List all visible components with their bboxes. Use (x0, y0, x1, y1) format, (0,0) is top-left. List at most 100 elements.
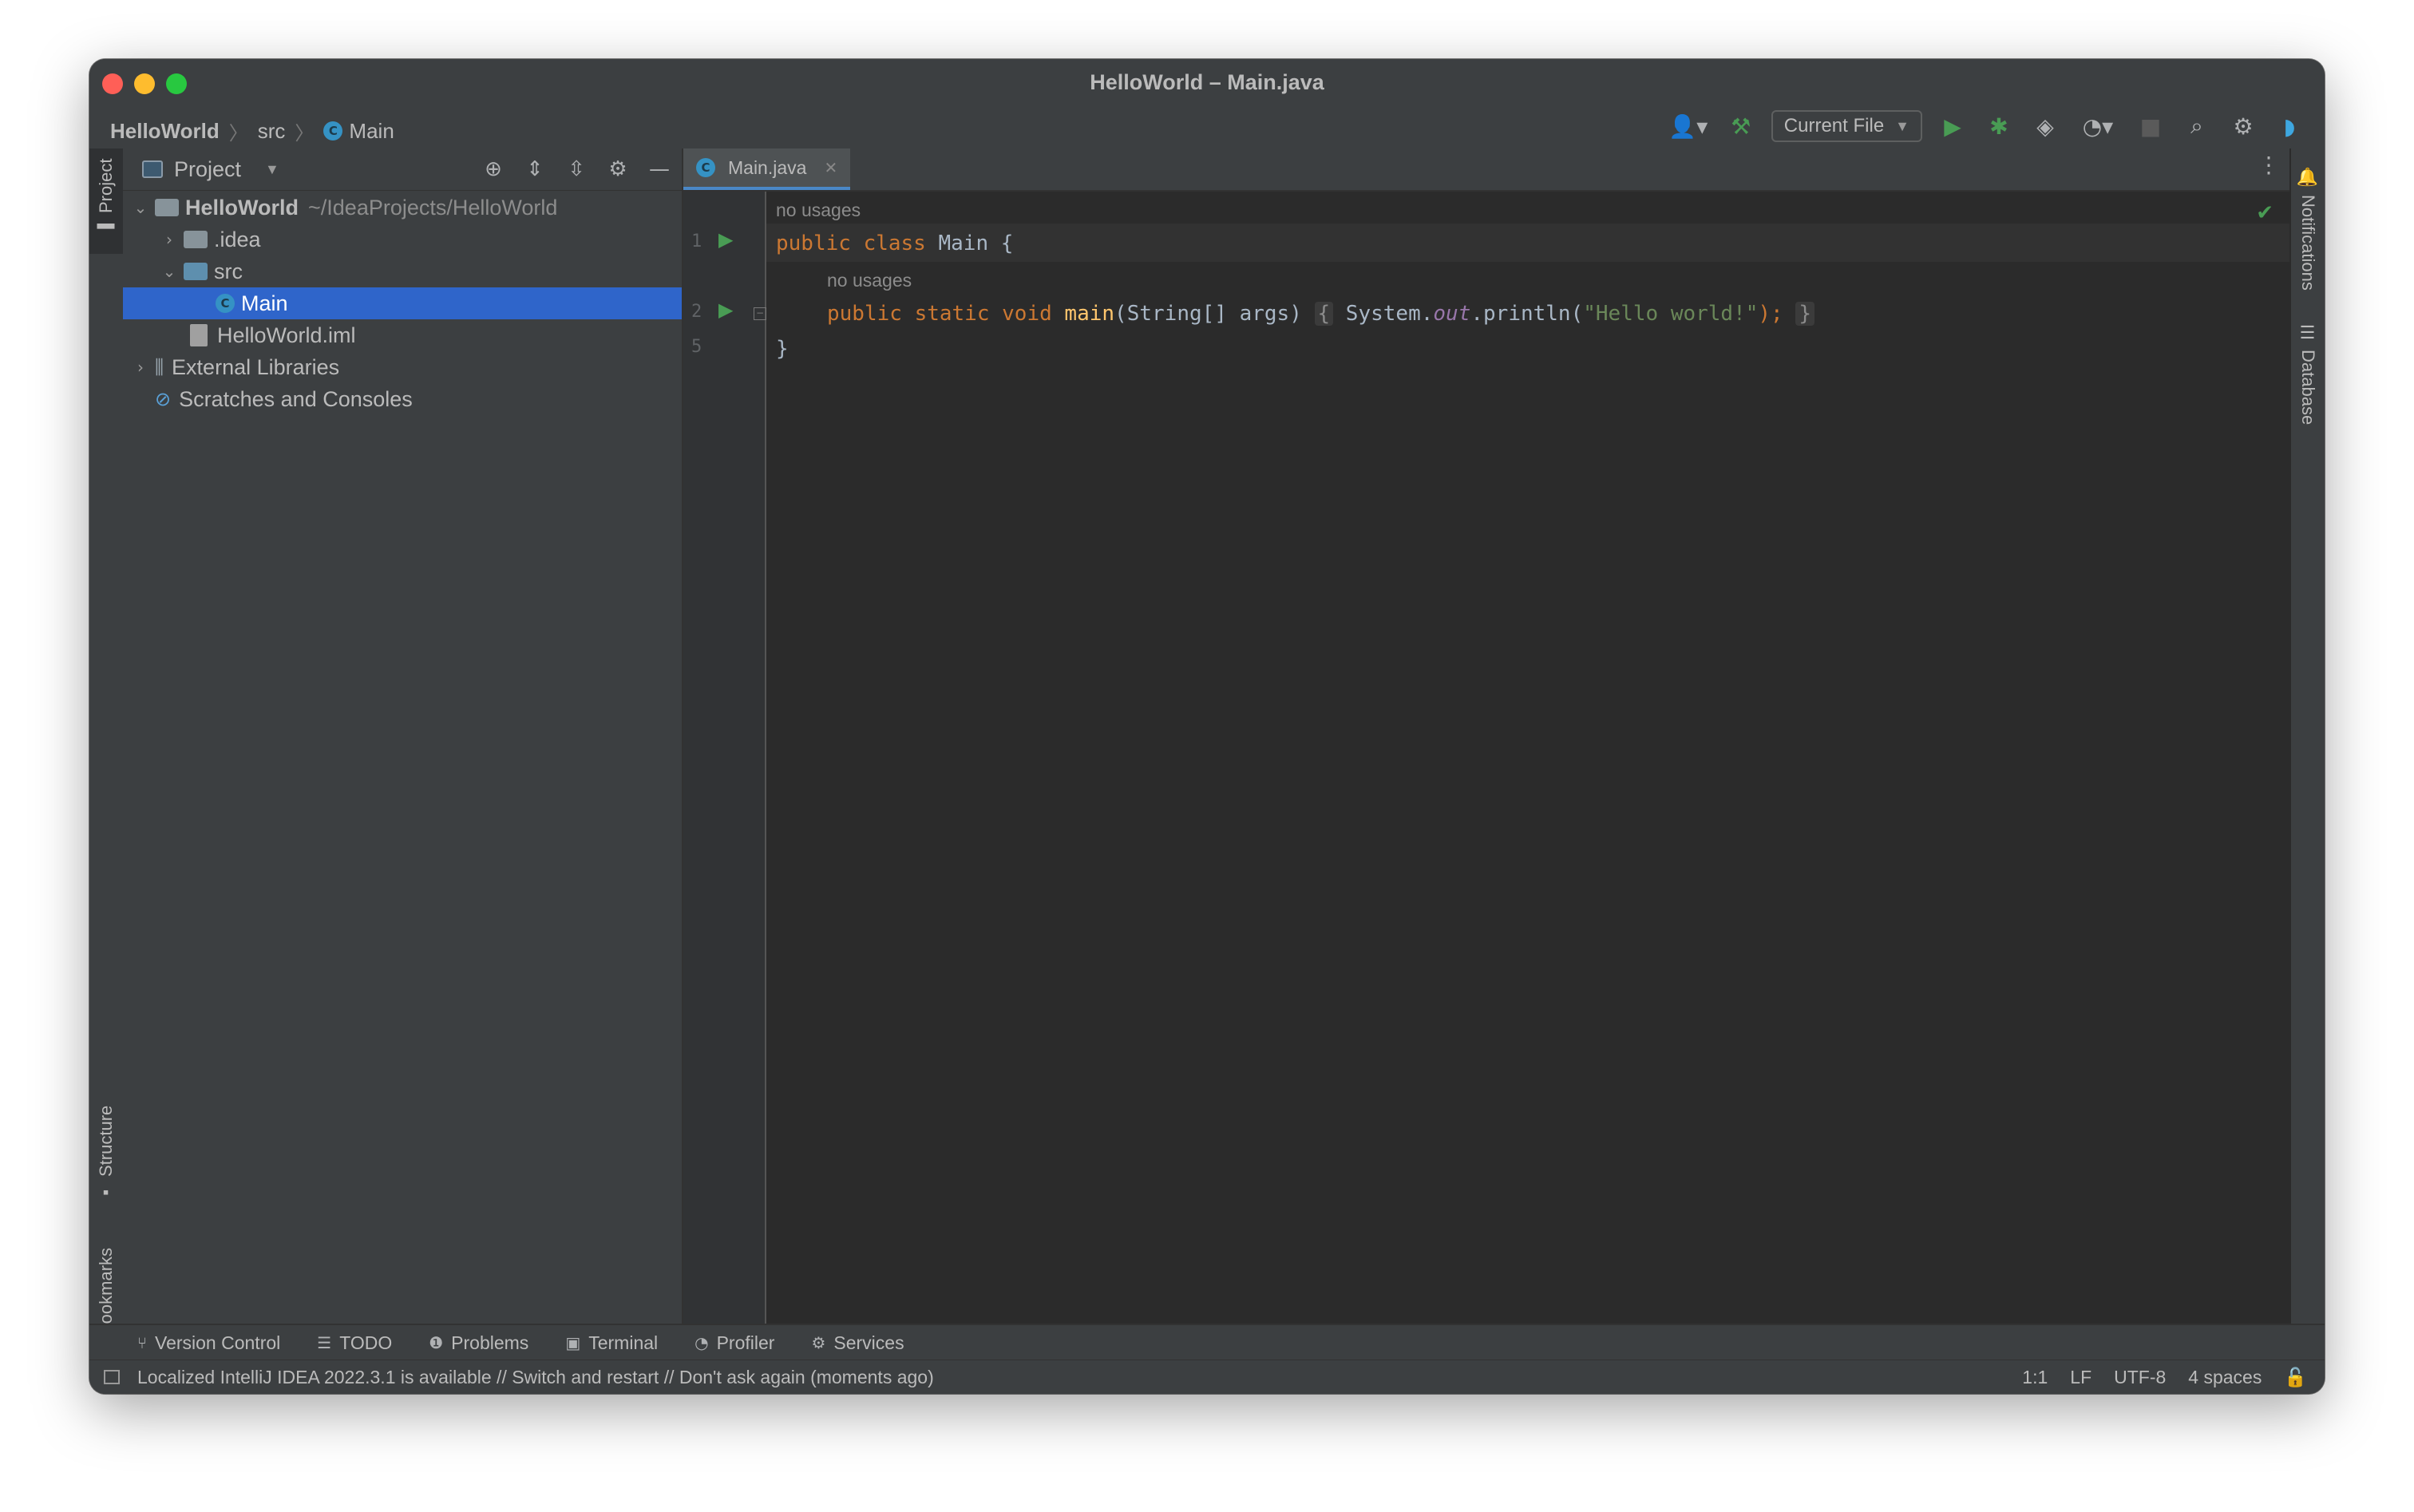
stripe-tab-database[interactable]: ☰ Database (2291, 315, 2325, 434)
tree-item-idea[interactable]: › .idea (123, 224, 682, 255)
chevron-down-icon[interactable]: ▼ (265, 161, 279, 178)
run-icon[interactable]: ▶ (718, 228, 733, 251)
debug-icon[interactable]: ✱ (1983, 110, 2015, 142)
code-token: "Hello world!" (1583, 302, 1759, 326)
tool-windows-toggle-icon[interactable] (104, 1370, 120, 1384)
breadcrumb: HelloWorld 〉 src 〉 C Main (110, 115, 394, 147)
project-panel-header: Project ▼ ⊕ ⇕ ⇳ ⚙ — (123, 148, 682, 191)
tool-problems[interactable]: ❶ Problems (429, 1332, 528, 1354)
close-icon[interactable]: ✕ (824, 158, 837, 177)
tree-item-external-libraries[interactable]: › ⫼ External Libraries (123, 351, 682, 383)
code-line-2: public static void main(String[] args) {… (827, 302, 1815, 326)
chevron-right-icon[interactable]: › (126, 358, 155, 377)
code-editor[interactable]: no usages public class Main { no usages … (766, 192, 2291, 1325)
profile-icon[interactable]: ◔▾ (2076, 110, 2120, 142)
usage-hint[interactable]: no usages (776, 200, 861, 221)
select-opened-file-icon[interactable]: ⊕ (479, 153, 508, 185)
tree-item-label: Scratches and Consoles (179, 386, 413, 411)
usage-hint[interactable]: no usages (827, 270, 912, 291)
code-token: System. (1333, 302, 1434, 326)
caret-position[interactable]: 1:1 (2022, 1367, 2048, 1388)
gear-icon[interactable]: ⚙ (2227, 110, 2259, 142)
no-problems-check-icon[interactable]: ✔ (2256, 201, 2274, 225)
stripe-tab-bookmarks-label: Bookmarks (96, 1247, 116, 1336)
search-icon[interactable]: ⌕ (2181, 110, 2213, 142)
file-encoding[interactable]: UTF-8 (2114, 1367, 2166, 1388)
tree-item-label: HelloWorld (185, 195, 299, 220)
tool-version-control[interactable]: ⑂ Version Control (137, 1332, 280, 1354)
ide-window: HelloWorld – Main.java HelloWorld 〉 src … (89, 59, 2325, 1394)
editor-area: C Main.java ✕ ⋮ 1 ▶ 2 ▶ − 5 no usages pu… (683, 148, 2291, 1325)
tool-services[interactable]: ⚙ Services (811, 1332, 904, 1354)
main-toolbar: 👤▾ ⚒ Current File ▼ ▶ ✱ ◈ ◔▾ ■ ⌕ ⚙ ◗ (1666, 109, 2305, 144)
breadcrumb-project[interactable]: HelloWorld (110, 119, 220, 144)
tree-item-src[interactable]: ⌄ src (123, 255, 682, 287)
lock-icon[interactable]: 🔓 (2284, 1367, 2307, 1388)
project-view-selector[interactable]: Project (174, 157, 241, 182)
tree-item-label: HelloWorld.iml (217, 323, 356, 347)
status-message[interactable]: Localized IntelliJ IDEA 2022.3.1 is avai… (137, 1367, 934, 1388)
code-token: .println( (1470, 302, 1584, 326)
terminal-icon: ▣ (565, 1333, 581, 1352)
folded-region[interactable]: } (1795, 302, 1815, 326)
more-actions-icon[interactable]: ⋮ (2258, 152, 2280, 178)
tree-item-main[interactable]: C Main (123, 287, 682, 319)
line-number: 5 (691, 337, 702, 357)
hide-panel-icon[interactable]: — (645, 153, 674, 185)
folded-region[interactable]: { (1314, 302, 1334, 326)
stripe-tab-notifications[interactable]: 🔔 Notifications (2291, 156, 2325, 300)
editor-tab-bar: C Main.java ✕ ⋮ (683, 148, 2291, 192)
project-folder-icon (155, 199, 179, 216)
profiler-icon: ◔ (695, 1333, 709, 1352)
tool-todo[interactable]: ☰ TODO (317, 1332, 392, 1354)
editor-gutter: 1 ▶ 2 ▶ − 5 (683, 192, 766, 1325)
tool-label: Version Control (155, 1332, 281, 1353)
code-line-1: public class Main { (776, 232, 1013, 255)
tree-item-helloworld[interactable]: ⌄ HelloWorld ~/IdeaProjects/HelloWorld (123, 192, 682, 224)
tree-item-label: External Libraries (172, 354, 340, 379)
stop-icon[interactable]: ■ (2135, 110, 2167, 142)
indent-setting[interactable]: 4 spaces (2188, 1367, 2262, 1388)
stripe-tab-structure-label: Structure (96, 1105, 116, 1178)
account-icon[interactable]: 👤▾ (1666, 110, 1711, 142)
expand-all-icon[interactable]: ⇕ (520, 153, 549, 185)
chevron-down-icon[interactable]: ⌄ (155, 262, 184, 281)
tree-item-scratches[interactable]: ⊘ Scratches and Consoles (123, 383, 682, 415)
java-class-icon: C (216, 294, 235, 313)
coverage-icon[interactable]: ◈ (2029, 110, 2061, 142)
info-icon: ❶ (429, 1333, 444, 1352)
chevron-right-icon[interactable]: › (155, 230, 184, 249)
stripe-tab-database-label: Database (2298, 350, 2318, 425)
title-bar: HelloWorld – Main.java HelloWorld 〉 src … (89, 59, 2325, 150)
project-tool-window: Project ▼ ⊕ ⇕ ⇳ ⚙ — ⌄ HelloWorld ~/IdeaP… (123, 148, 683, 1325)
tool-terminal[interactable]: ▣ Terminal (565, 1332, 658, 1354)
chevron-down-icon[interactable]: ⌄ (126, 198, 155, 217)
stripe-tab-project[interactable]: ▬ Project (89, 148, 123, 254)
tool-profiler[interactable]: ◔ Profiler (695, 1332, 774, 1354)
tree-item-label: src (214, 259, 243, 283)
tree-item-helloworld-iml[interactable]: HelloWorld.iml (123, 319, 682, 351)
structure-icon: ▪ (96, 1183, 116, 1204)
gear-icon[interactable]: ⚙ (604, 153, 632, 185)
line-number: 2 (691, 302, 702, 322)
code-with-me-icon[interactable]: ◗ (2274, 110, 2305, 142)
run-icon[interactable]: ▶ (718, 299, 733, 321)
collapse-all-icon[interactable]: ⇳ (562, 153, 591, 185)
right-tool-stripe: 🔔 Notifications ☰ Database (2289, 148, 2325, 1325)
breadcrumb-file[interactable]: Main (349, 119, 394, 144)
stripe-tab-project-label: Project (96, 158, 116, 213)
fold-icon[interactable]: − (754, 307, 766, 320)
tab-main-java[interactable]: C Main.java ✕ (683, 148, 851, 190)
line-separator[interactable]: LF (2070, 1367, 2091, 1388)
tool-label: Terminal (588, 1332, 659, 1353)
folder-icon: ▬ (96, 219, 116, 239)
stripe-tab-structure[interactable]: ▪ Structure (89, 1098, 123, 1210)
run-configuration-dropdown[interactable]: Current File ▼ (1771, 110, 1922, 142)
tool-label: Profiler (716, 1332, 775, 1353)
build-hammer-icon[interactable]: ⚒ (1725, 110, 1757, 142)
code-line-5: } (776, 337, 789, 361)
left-tool-stripe: ▬ Project ▪ Structure ⚑ Bookmarks (89, 148, 125, 1362)
breadcrumb-folder[interactable]: src (258, 119, 286, 144)
run-icon[interactable]: ▶ (1937, 110, 1969, 142)
status-bar: Localized IntelliJ IDEA 2022.3.1 is avai… (89, 1360, 2325, 1394)
